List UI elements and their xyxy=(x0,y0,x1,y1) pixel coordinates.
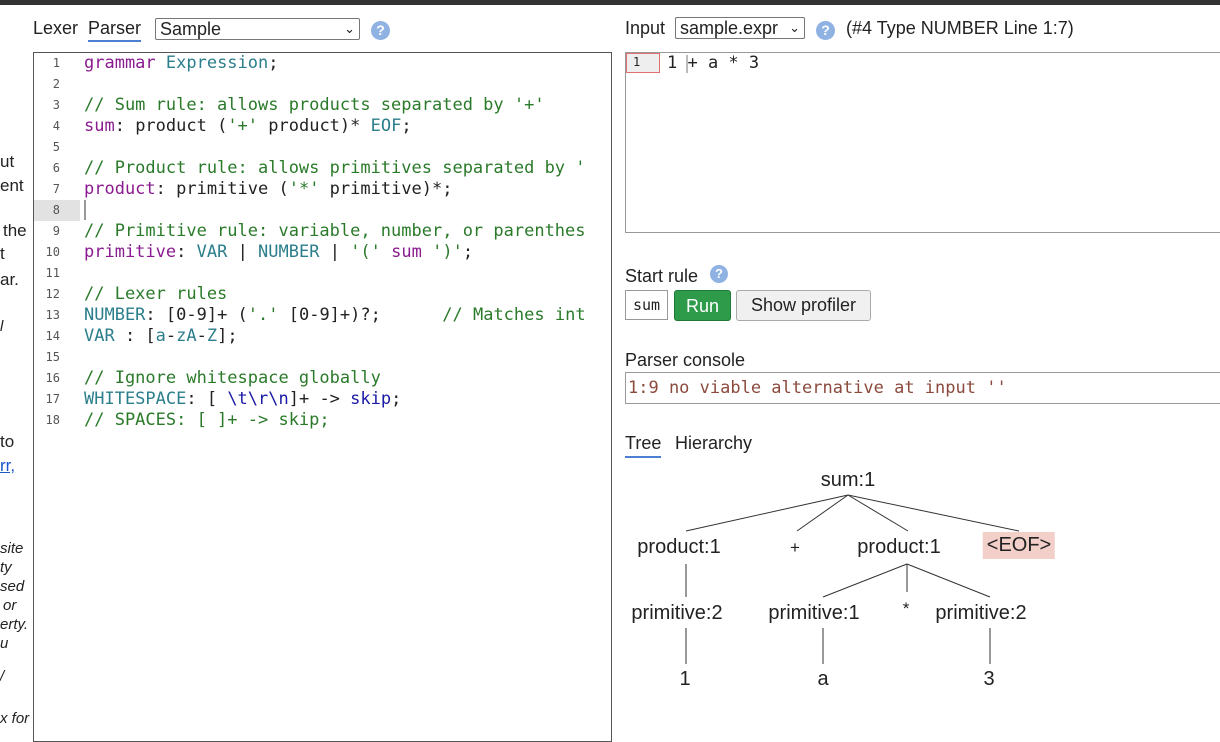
tree-node-product[interactable]: product:1 xyxy=(857,536,940,559)
tab-parser[interactable]: Parser xyxy=(88,18,142,42)
line-number: 4 xyxy=(52,119,60,133)
line-number: 9 xyxy=(52,224,60,238)
clipped-text: t xyxy=(0,244,5,263)
input-file-select-value: sample.expr xyxy=(680,18,779,38)
code-line: grammar Expression; xyxy=(84,53,279,73)
help-icon[interactable]: ? xyxy=(710,265,728,283)
editor-gutter: 1 2 3 4 5 6 7 8 9 10 11 12 13 14 15 16 1… xyxy=(34,53,80,741)
code-line: // Sum rule: allows products separated b… xyxy=(84,95,545,115)
clipped-text: u xyxy=(0,635,9,652)
line-number: 18 xyxy=(45,413,60,427)
clipped-text: site xyxy=(0,540,24,557)
parser-console: 1:9 no viable alternative at input '' xyxy=(625,372,1220,404)
code-line: // SPACES: [ ]+ -> skip; xyxy=(84,410,330,430)
code-line: VAR : [a-zA-Z]; xyxy=(84,326,238,346)
code-line: // Primitive rule: variable, number, or … xyxy=(84,221,586,241)
input-label: Input xyxy=(625,18,666,38)
grammar-select-value: Sample xyxy=(160,19,222,39)
tree-node-primitive[interactable]: primitive:1 xyxy=(768,602,859,625)
tree-edge xyxy=(906,563,991,598)
chevron-down-icon: ⌄ xyxy=(789,20,800,35)
run-button[interactable]: Run xyxy=(674,290,731,321)
show-profiler-button[interactable]: Show profiler xyxy=(736,290,871,321)
line-number: 2 xyxy=(52,77,60,91)
line-number: 13 xyxy=(45,308,60,322)
clipped-text: ut xyxy=(0,152,15,171)
clipped-text: to xyxy=(0,432,15,451)
input-editor[interactable]: 1 1 + a * 3 xyxy=(625,52,1220,233)
code-line: NUMBER: [0-9]+ ('.' [0-9]+)?; // Matches… xyxy=(84,305,586,325)
code-line: // Ignore whitespace globally xyxy=(84,368,381,388)
tree-edge xyxy=(847,494,909,532)
tab-lexer[interactable]: Lexer xyxy=(33,18,78,39)
text-cursor xyxy=(84,200,86,220)
token-info: (#4 Type NUMBER Line 1:7) xyxy=(846,18,1074,38)
line-number: 10 xyxy=(45,245,60,259)
clipped-text: l xyxy=(0,318,4,335)
line-number: 17 xyxy=(45,392,60,406)
clipped-text: / xyxy=(0,668,5,685)
grammar-editor[interactable]: 1 2 3 4 5 6 7 8 9 10 11 12 13 14 15 16 1… xyxy=(33,52,612,742)
tree-node-sum[interactable]: sum:1 xyxy=(821,469,875,492)
clipped-text: ty xyxy=(0,559,12,576)
code-line: sum: product ('+' product)* EOF; xyxy=(84,116,412,136)
start-rule-label: Start rule xyxy=(625,266,699,286)
tree-edge xyxy=(685,494,849,532)
tab-tree[interactable]: Tree xyxy=(625,433,662,458)
line-number-current: 8 xyxy=(34,200,80,221)
tree-node-primitive[interactable]: primitive:2 xyxy=(935,602,1026,625)
clipped-text: erty. xyxy=(0,616,29,633)
left-clipped-panel: ut ent the t ar. l to rr, site ty sed or… xyxy=(0,140,34,732)
tree-node-eof-error[interactable]: <EOF> xyxy=(982,532,1056,559)
code-line: // Lexer rules xyxy=(84,284,228,304)
line-number: 3 xyxy=(52,98,60,112)
line-number: 12 xyxy=(45,287,60,301)
tree-node-primitive[interactable]: primitive:2 xyxy=(631,602,722,625)
chevron-down-icon: ⌄ xyxy=(344,21,355,36)
tree-edge xyxy=(822,563,908,598)
line-number: 15 xyxy=(45,350,60,364)
clipped-link[interactable]: rr, xyxy=(0,456,15,476)
clipped-text: x for xyxy=(0,710,30,727)
console-label: Parser console xyxy=(625,350,746,370)
tab-hierarchy[interactable]: Hierarchy xyxy=(675,433,752,454)
tree-node-product[interactable]: product:1 xyxy=(637,536,720,559)
input-line-number: 1 xyxy=(626,53,660,73)
tree-node-star[interactable]: * xyxy=(903,599,910,619)
clipped-text: sed xyxy=(0,578,25,595)
top-bar xyxy=(0,0,1220,5)
clipped-text: or xyxy=(3,597,17,614)
line-number: 14 xyxy=(45,329,60,343)
help-icon[interactable]: ? xyxy=(816,21,835,40)
tree-edge xyxy=(847,494,1020,532)
text-cursor xyxy=(686,55,688,73)
tree-leaf[interactable]: 3 xyxy=(983,668,994,691)
line-number: 1 xyxy=(52,56,60,70)
help-icon[interactable]: ? xyxy=(371,21,390,40)
clipped-text: the xyxy=(3,221,27,240)
line-number: 11 xyxy=(45,266,60,280)
line-number: 6 xyxy=(52,161,60,175)
line-number: 5 xyxy=(52,140,60,154)
clipped-text: ar. xyxy=(0,270,19,289)
line-number: 16 xyxy=(45,371,60,385)
code-line: // Product rule: allows primitives separ… xyxy=(84,158,586,178)
code-line: product: primitive ('*' primitive)*; xyxy=(84,179,453,199)
tree-edge xyxy=(796,494,849,532)
clipped-text: ent xyxy=(0,176,24,195)
tree-leaf[interactable]: a xyxy=(817,668,828,691)
input-file-select[interactable]: sample.expr ⌄ xyxy=(675,17,805,39)
code-line: primitive: VAR | NUMBER | '(' sum ')'; xyxy=(84,242,474,262)
grammar-select[interactable]: Sample ⌄ xyxy=(155,18,360,40)
line-number: 7 xyxy=(52,182,60,196)
tree-node-plus[interactable]: + xyxy=(790,538,800,558)
code-line: WHITESPACE: [ \t\r\n]+ -> skip; xyxy=(84,389,402,409)
tree-leaf[interactable]: 1 xyxy=(679,668,690,691)
start-rule-input[interactable]: sum xyxy=(625,290,668,320)
input-text: 1 + a * 3 xyxy=(667,53,760,73)
